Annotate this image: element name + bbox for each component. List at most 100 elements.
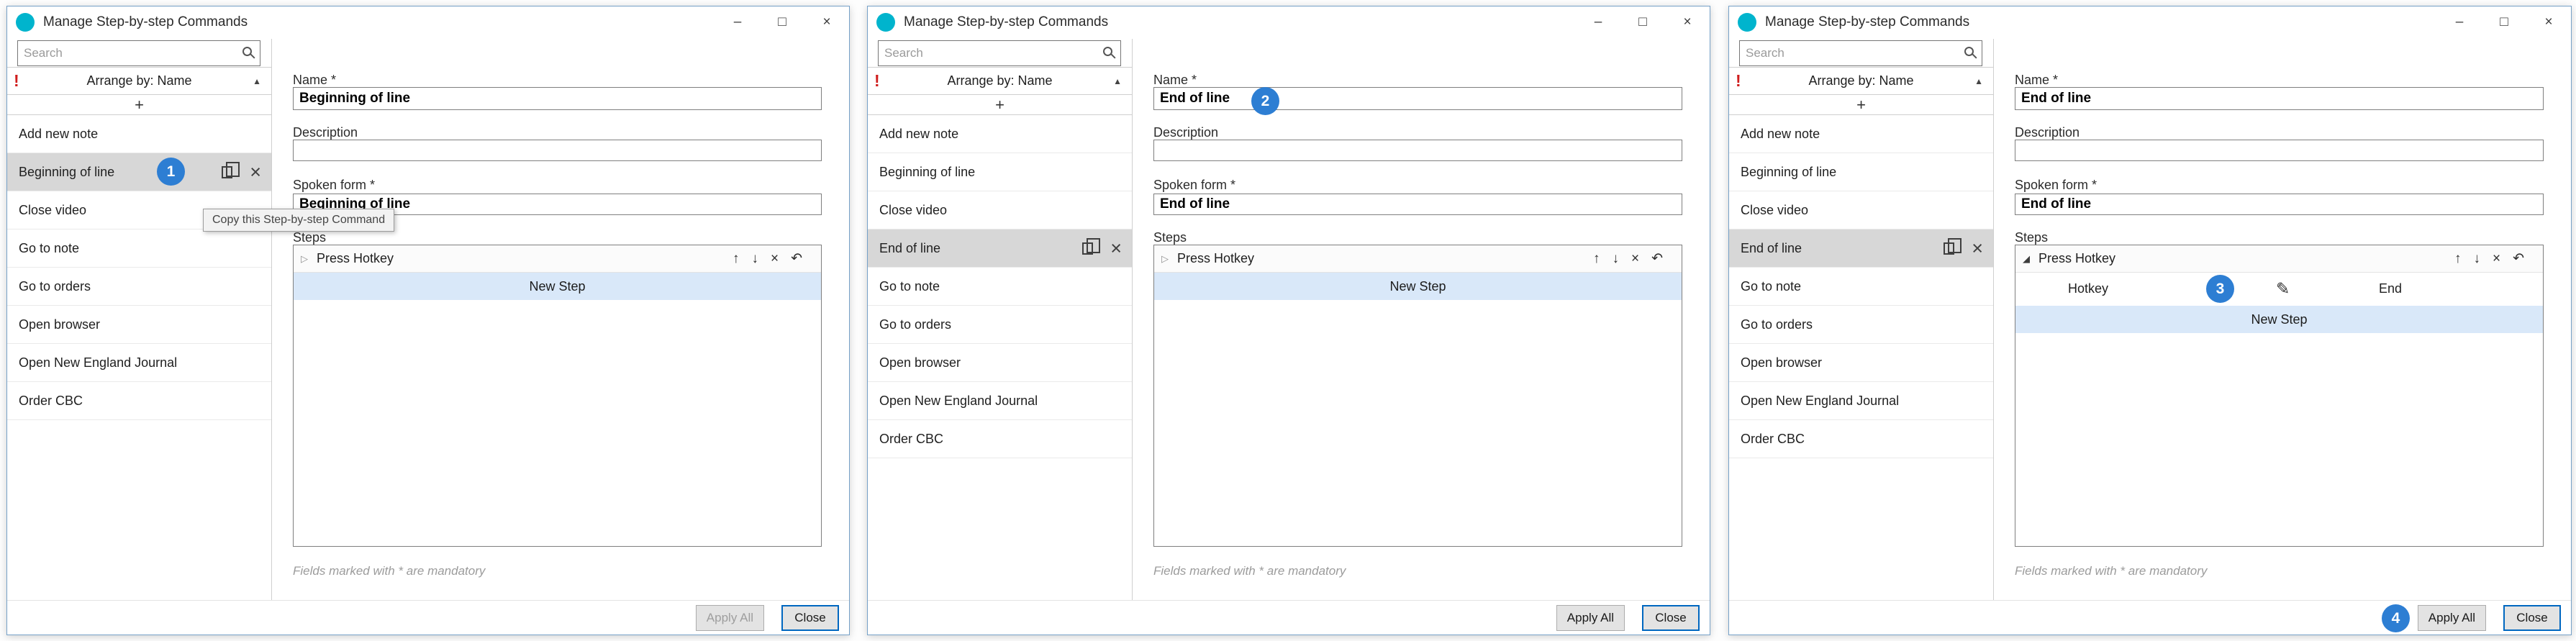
title-bar[interactable]: Manage Step-by-step Commands – □ × (7, 6, 849, 38)
name-input[interactable] (2015, 87, 2544, 110)
close-window-button[interactable]: × (1665, 6, 1710, 38)
copy-command-icon[interactable] (222, 166, 232, 178)
list-item[interactable]: Order CBC (1729, 420, 1993, 458)
step-toolbar: ↑ ↓ × ↶ (2454, 252, 2524, 265)
list-item[interactable]: Close video (1729, 191, 1993, 229)
close-button[interactable]: Close (781, 605, 839, 631)
list-item[interactable]: Order CBC (868, 420, 1132, 458)
undo-icon[interactable]: ↶ (791, 252, 802, 265)
move-up-icon[interactable]: ↑ (2454, 252, 2462, 265)
list-item[interactable]: Add new note (7, 115, 271, 153)
move-down-icon[interactable]: ↓ (1612, 252, 1619, 265)
list-item[interactable]: Open New England Journal (868, 382, 1132, 420)
minimize-button[interactable]: – (2437, 6, 2482, 38)
list-item[interactable]: Go to orders (7, 268, 271, 306)
list-item[interactable]: Open New England Journal (7, 344, 271, 382)
description-input[interactable] (1153, 140, 1682, 161)
list-item[interactable]: Open New England Journal (1729, 382, 1993, 420)
delete-command-icon[interactable]: × (1972, 239, 1983, 258)
minimize-button[interactable]: – (1576, 6, 1620, 38)
list-item-label: Close video (879, 203, 1122, 218)
move-up-icon[interactable]: ↑ (733, 252, 740, 265)
close-button[interactable]: Close (2503, 605, 2561, 631)
new-step-row[interactable]: New Step (294, 273, 821, 300)
list-item[interactable]: End of line× (868, 229, 1132, 268)
move-down-icon[interactable]: ↓ (751, 252, 758, 265)
window-3: Manage Step-by-step Commands – □ × ! Arr… (1728, 6, 2572, 635)
add-command-button[interactable]: + (1729, 95, 1993, 115)
list-item[interactable]: End of line× (1729, 229, 1993, 268)
list-item-label: Beginning of line (1741, 165, 1983, 180)
list-item[interactable]: Order CBC (7, 382, 271, 420)
copy-command-icon[interactable] (1082, 242, 1093, 255)
delete-command-icon[interactable]: × (250, 163, 261, 182)
remove-step-icon[interactable]: × (1631, 252, 1639, 265)
list-item[interactable]: Close video (868, 191, 1132, 229)
list-item[interactable]: Beginning of line (868, 153, 1132, 191)
name-input[interactable] (293, 87, 822, 110)
edit-pencil-icon[interactable]: ✎ (2276, 279, 2290, 299)
name-input[interactable] (1153, 87, 1682, 110)
close-button[interactable]: Close (1642, 605, 1700, 631)
copy-tooltip: Copy this Step-by-step Command (203, 209, 394, 232)
copy-command-icon[interactable] (1944, 242, 1954, 255)
list-item-label: Go to note (1741, 279, 1983, 294)
new-step-row[interactable]: New Step (2015, 306, 2543, 333)
remove-step-icon[interactable]: × (2493, 252, 2500, 265)
undo-icon[interactable]: ↶ (1651, 252, 1663, 265)
expander-collapsed-icon[interactable]: ▷ (301, 253, 317, 265)
list-item[interactable]: Open browser (1729, 344, 1993, 382)
list-item[interactable]: Beginning of line (1729, 153, 1993, 191)
list-item[interactable]: Beginning of line× (7, 153, 271, 191)
title-bar[interactable]: Manage Step-by-step Commands – □ × (1729, 6, 2571, 38)
search-input[interactable] (878, 40, 1121, 66)
close-window-button[interactable]: × (804, 6, 849, 38)
list-item[interactable]: Go to note (868, 268, 1132, 306)
list-item-label: Open New England Journal (19, 355, 261, 370)
move-down-icon[interactable]: ↓ (2473, 252, 2480, 265)
undo-icon[interactable]: ↶ (2513, 252, 2524, 265)
search-input[interactable] (17, 40, 260, 66)
sort-ascending-icon: ▲ (1113, 76, 1122, 86)
maximize-button[interactable]: □ (1620, 6, 1665, 38)
expander-collapsed-icon[interactable]: ▷ (1161, 253, 1177, 265)
arrange-by-header[interactable]: ! Arrange by: Name ▲ (1729, 67, 1993, 95)
list-item[interactable]: Open browser (868, 344, 1132, 382)
step-header[interactable]: ▷ Press Hotkey ↑ ↓ × ↶ (1154, 245, 1682, 273)
apply-all-button[interactable]: Apply All (696, 605, 764, 631)
expander-expanded-icon[interactable]: ◢ (2023, 253, 2038, 265)
move-up-icon[interactable]: ↑ (1593, 252, 1600, 265)
new-step-row[interactable]: New Step (1154, 273, 1682, 300)
apply-all-button[interactable]: Apply All (1556, 605, 1625, 631)
description-input[interactable] (2015, 140, 2544, 161)
step-title: Press Hotkey (2038, 251, 2115, 266)
list-item-label: Add new note (19, 127, 261, 142)
list-item[interactable]: Go to orders (1729, 306, 1993, 344)
apply-all-button[interactable]: Apply All (2418, 605, 2486, 631)
arrange-by-header[interactable]: ! Arrange by: Name ▲ (868, 67, 1132, 95)
arrange-by-header[interactable]: ! Arrange by: Name ▲ (7, 67, 271, 95)
list-item[interactable]: Open browser (7, 306, 271, 344)
list-item[interactable]: Go to note (7, 229, 271, 268)
delete-command-icon[interactable]: × (1110, 239, 1122, 258)
add-command-button[interactable]: + (868, 95, 1132, 115)
spoken-form-input[interactable] (1153, 194, 1682, 215)
description-input[interactable] (293, 140, 822, 161)
add-command-button[interactable]: + (7, 95, 271, 115)
spoken-form-label: Spoken form * (293, 178, 375, 193)
close-window-button[interactable]: × (2526, 6, 2571, 38)
title-bar[interactable]: Manage Step-by-step Commands – □ × (868, 6, 1710, 38)
list-item[interactable]: Go to orders (868, 306, 1132, 344)
alert-icon: ! (874, 71, 880, 91)
list-item[interactable]: Add new note (868, 115, 1132, 153)
step-header[interactable]: ▷ Press Hotkey ↑ ↓ × ↶ (294, 245, 821, 273)
list-item[interactable]: Add new note (1729, 115, 1993, 153)
minimize-button[interactable]: – (715, 6, 760, 38)
spoken-form-input[interactable] (2015, 194, 2544, 215)
remove-step-icon[interactable]: × (771, 252, 779, 265)
search-input[interactable] (1739, 40, 1982, 66)
maximize-button[interactable]: □ (2482, 6, 2526, 38)
step-header[interactable]: ◢ Press Hotkey ↑ ↓ × ↶ (2015, 245, 2543, 273)
maximize-button[interactable]: □ (760, 6, 804, 38)
list-item[interactable]: Go to note (1729, 268, 1993, 306)
